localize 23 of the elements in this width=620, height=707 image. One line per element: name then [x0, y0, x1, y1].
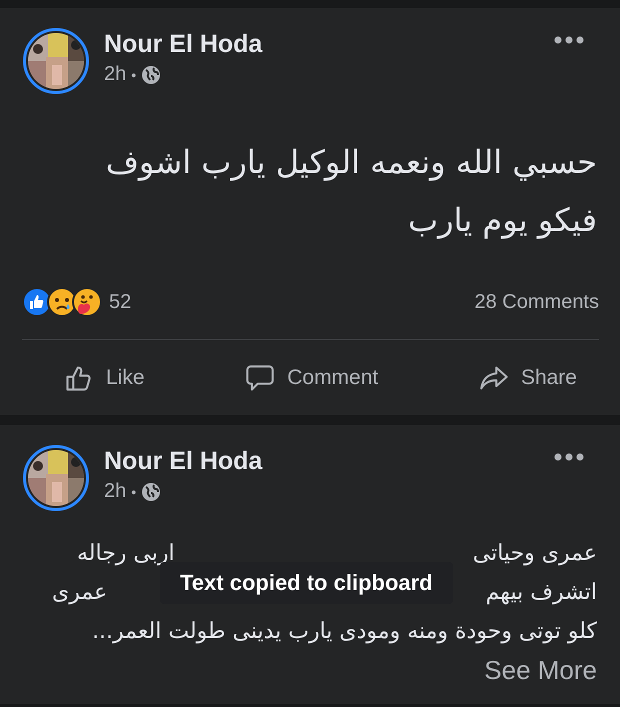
- action-button[interactable]: Comment: [239, 358, 382, 396]
- author-name[interactable]: Nour El Hoda: [104, 29, 539, 59]
- globe-icon: [141, 64, 162, 84]
- post-text: عمرى: [52, 579, 108, 607]
- more-icon: [553, 452, 585, 462]
- post-text: اتشرف بيهم: [486, 579, 597, 607]
- action-button[interactable]: Share: [472, 358, 581, 396]
- globe-icon: [141, 482, 162, 502]
- action-button[interactable]: Like: [58, 358, 149, 396]
- reaction-count[interactable]: 52: [109, 290, 132, 314]
- post-text: عمرى وحياتى: [472, 540, 597, 568]
- post-time: 2h: [104, 480, 126, 503]
- author-name[interactable]: Nour El Hoda: [104, 446, 539, 476]
- post-text: كلو توتى وحودة ومنه ومودى يارب يدينى طولت العمر...: [92, 618, 597, 646]
- hug-emoji-icon: [72, 287, 102, 317]
- more-icon: [553, 35, 585, 45]
- separator-dot: •: [131, 66, 136, 82]
- post-text: حسبي الله ونعمه الوكيل يارب اشوف: [106, 142, 597, 183]
- post-text: فيكو يوم يارب: [408, 200, 597, 241]
- comments-count[interactable]: 28 Comments: [474, 290, 599, 314]
- separator-dot: •: [131, 484, 136, 500]
- see-more-link[interactable]: See More: [484, 655, 597, 685]
- post-time: 2h: [104, 63, 126, 86]
